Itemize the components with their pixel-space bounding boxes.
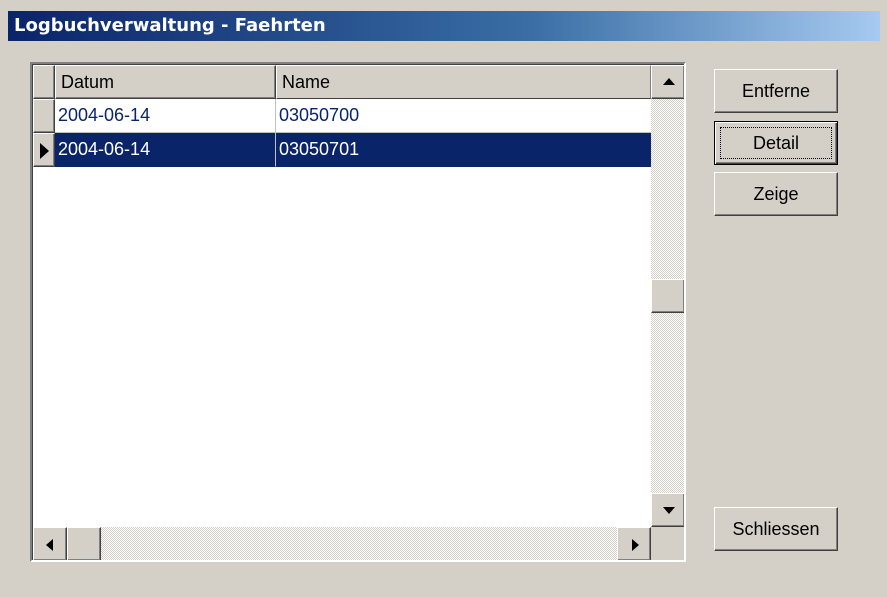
schliessen-button[interactable]: Schliessen (714, 507, 838, 551)
horizontal-scrollbar[interactable] (33, 527, 651, 560)
arrow-right-icon (40, 143, 49, 159)
cell-name[interactable]: 03050701 (276, 133, 651, 167)
grid-header: Datum Name (33, 65, 651, 99)
entferne-button[interactable]: Entferne (714, 69, 838, 113)
scroll-right-button[interactable] (617, 527, 651, 560)
detail-button[interactable]: Detail (714, 121, 838, 165)
window-title: Logbuchverwaltung - Faehrten (14, 15, 326, 36)
table-row[interactable]: 2004-06-14 03050700 (33, 99, 651, 133)
arrow-up-icon (663, 78, 675, 85)
row-selector[interactable] (33, 133, 55, 167)
vertical-scrollbar[interactable] (651, 65, 684, 527)
detail-button-label: Detail (720, 127, 832, 159)
scroll-left-button[interactable] (33, 527, 67, 560)
horizontal-scroll-thumb[interactable] (67, 527, 101, 560)
scroll-down-button[interactable] (651, 493, 684, 527)
trips-grid[interactable]: Datum Name 2004-06-14 03050700 2004-06-1… (30, 62, 686, 562)
arrow-left-icon (46, 539, 53, 551)
column-header-name[interactable]: Name (276, 65, 651, 99)
vertical-scroll-thumb[interactable] (651, 279, 684, 313)
cell-datum[interactable]: 2004-06-14 (55, 99, 276, 133)
logbook-window: Logbuchverwaltung - Faehrten Datum Name … (0, 0, 887, 597)
cell-datum[interactable]: 2004-06-14 (55, 133, 276, 167)
arrow-down-icon (663, 507, 675, 514)
scrollbar-corner (651, 527, 684, 560)
scroll-up-button[interactable] (651, 65, 684, 99)
title-bar[interactable]: Logbuchverwaltung - Faehrten (8, 11, 880, 41)
cell-name[interactable]: 03050700 (276, 99, 651, 133)
table-row[interactable]: 2004-06-14 03050701 (33, 133, 651, 167)
header-corner (33, 65, 55, 99)
row-selector[interactable] (33, 99, 55, 133)
zeige-button[interactable]: Zeige (714, 172, 838, 216)
column-header-datum[interactable]: Datum (55, 65, 276, 99)
arrow-right-icon (632, 539, 639, 551)
